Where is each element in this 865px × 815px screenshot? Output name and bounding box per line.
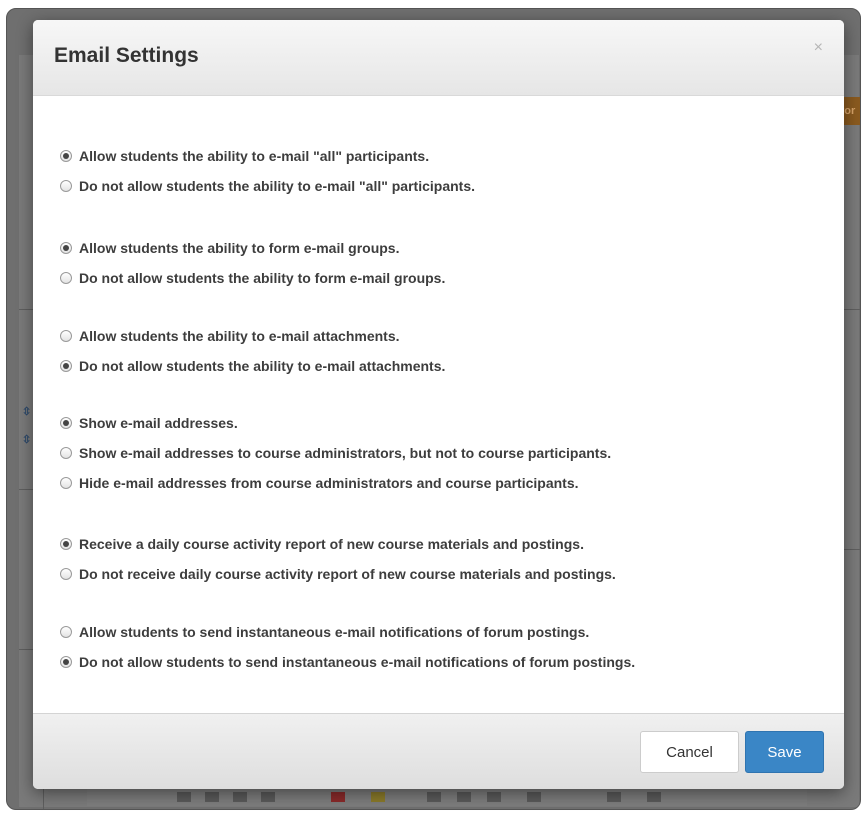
option-label: Do not allow students the ability to e-m…	[79, 358, 446, 374]
toolbar-icon	[487, 792, 501, 802]
toolbar-icon	[233, 792, 247, 802]
option-label: Allow students the ability to e-mail att…	[79, 328, 400, 344]
radio-button[interactable]	[60, 417, 72, 429]
dialog-footer: Cancel Save	[33, 713, 844, 789]
toolbar-icon	[177, 792, 191, 802]
option-label: Allow students the ability to form e-mai…	[79, 240, 400, 256]
radio-button[interactable]	[60, 272, 72, 284]
option-show-addresses-to-admins[interactable]: Show e-mail addresses to course administ…	[60, 438, 611, 468]
option-group-activity-report: Receive a daily course activity report o…	[60, 529, 616, 589]
option-disallow-forum-notifications[interactable]: Do not allow students to send instantane…	[60, 647, 635, 677]
toolbar-icon	[457, 792, 471, 802]
option-disallow-email-groups[interactable]: Do not allow students the ability to for…	[60, 263, 445, 293]
radio-button[interactable]	[60, 568, 72, 580]
option-label: Receive a daily course activity report o…	[79, 536, 584, 552]
option-disallow-email-all[interactable]: Do not allow students the ability to e-m…	[60, 171, 475, 201]
option-label: Show e-mail addresses.	[79, 415, 238, 431]
close-icon[interactable]: ×	[814, 39, 823, 57]
cancel-button[interactable]: Cancel	[640, 731, 739, 773]
option-group-email-all: Allow students the ability to e-mail "al…	[60, 141, 475, 201]
toolbar-icon	[427, 792, 441, 802]
toolbar-icon	[205, 792, 219, 802]
save-button[interactable]: Save	[745, 731, 824, 773]
option-group-forum-notifications: Allow students to send instantaneous e-m…	[60, 617, 635, 677]
tree-node-icon: ⇳	[22, 406, 32, 418]
option-show-email-addresses[interactable]: Show e-mail addresses.	[60, 408, 611, 438]
option-allow-email-all[interactable]: Allow students the ability to e-mail "al…	[60, 141, 475, 171]
radio-button[interactable]	[60, 626, 72, 638]
radio-button[interactable]	[60, 180, 72, 192]
dialog-title: Email Settings	[54, 44, 199, 67]
option-hide-email-addresses[interactable]: Hide e-mail addresses from course admini…	[60, 468, 611, 498]
option-label: Allow students the ability to e-mail "al…	[79, 148, 430, 164]
toolbar-color-icon	[371, 792, 385, 802]
option-label: Hide e-mail addresses from course admini…	[79, 475, 579, 491]
toolbar-icon	[527, 792, 541, 802]
toolbar-icon	[261, 792, 275, 802]
radio-button[interactable]	[60, 360, 72, 372]
option-label: Do not allow students the ability to e-m…	[79, 178, 475, 194]
toolbar-icon	[607, 792, 621, 802]
option-allow-email-attachments[interactable]: Allow students the ability to e-mail att…	[60, 321, 445, 351]
option-group-email-addresses: Show e-mail addresses. Show e-mail addre…	[60, 408, 611, 498]
option-label: Show e-mail addresses to course administ…	[79, 445, 612, 461]
email-settings-dialog: Email Settings × Allow students the abil…	[33, 20, 844, 789]
toolbar-color-icon	[331, 792, 345, 802]
option-group-email-attachments: Allow students the ability to e-mail att…	[60, 321, 445, 381]
option-receive-activity-report[interactable]: Receive a daily course activity report o…	[60, 529, 616, 559]
radio-button[interactable]	[60, 150, 72, 162]
radio-button[interactable]	[60, 656, 72, 668]
tree-node-icon: ⇳	[22, 434, 32, 446]
dialog-body: Allow students the ability to e-mail "al…	[33, 96, 844, 713]
radio-button[interactable]	[60, 447, 72, 459]
option-allow-email-groups[interactable]: Allow students the ability to form e-mai…	[60, 233, 445, 263]
option-group-email-groups: Allow students the ability to form e-mai…	[60, 233, 445, 293]
option-no-activity-report[interactable]: Do not receive daily course activity rep…	[60, 559, 616, 589]
option-label: Do not receive daily course activity rep…	[79, 566, 616, 582]
option-label: Do not allow students the ability to for…	[79, 270, 446, 286]
radio-button[interactable]	[60, 330, 72, 342]
option-allow-forum-notifications[interactable]: Allow students to send instantaneous e-m…	[60, 617, 635, 647]
toolbar-icon	[647, 792, 661, 802]
dialog-header: Email Settings ×	[33, 20, 844, 96]
option-label: Do not allow students to send instantane…	[79, 654, 636, 670]
background-editor-toolbar	[87, 787, 807, 806]
radio-button[interactable]	[60, 242, 72, 254]
radio-button[interactable]	[60, 477, 72, 489]
option-label: Allow students to send instantaneous e-m…	[79, 624, 590, 640]
radio-button[interactable]	[60, 538, 72, 550]
option-disallow-email-attachments[interactable]: Do not allow students the ability to e-m…	[60, 351, 445, 381]
